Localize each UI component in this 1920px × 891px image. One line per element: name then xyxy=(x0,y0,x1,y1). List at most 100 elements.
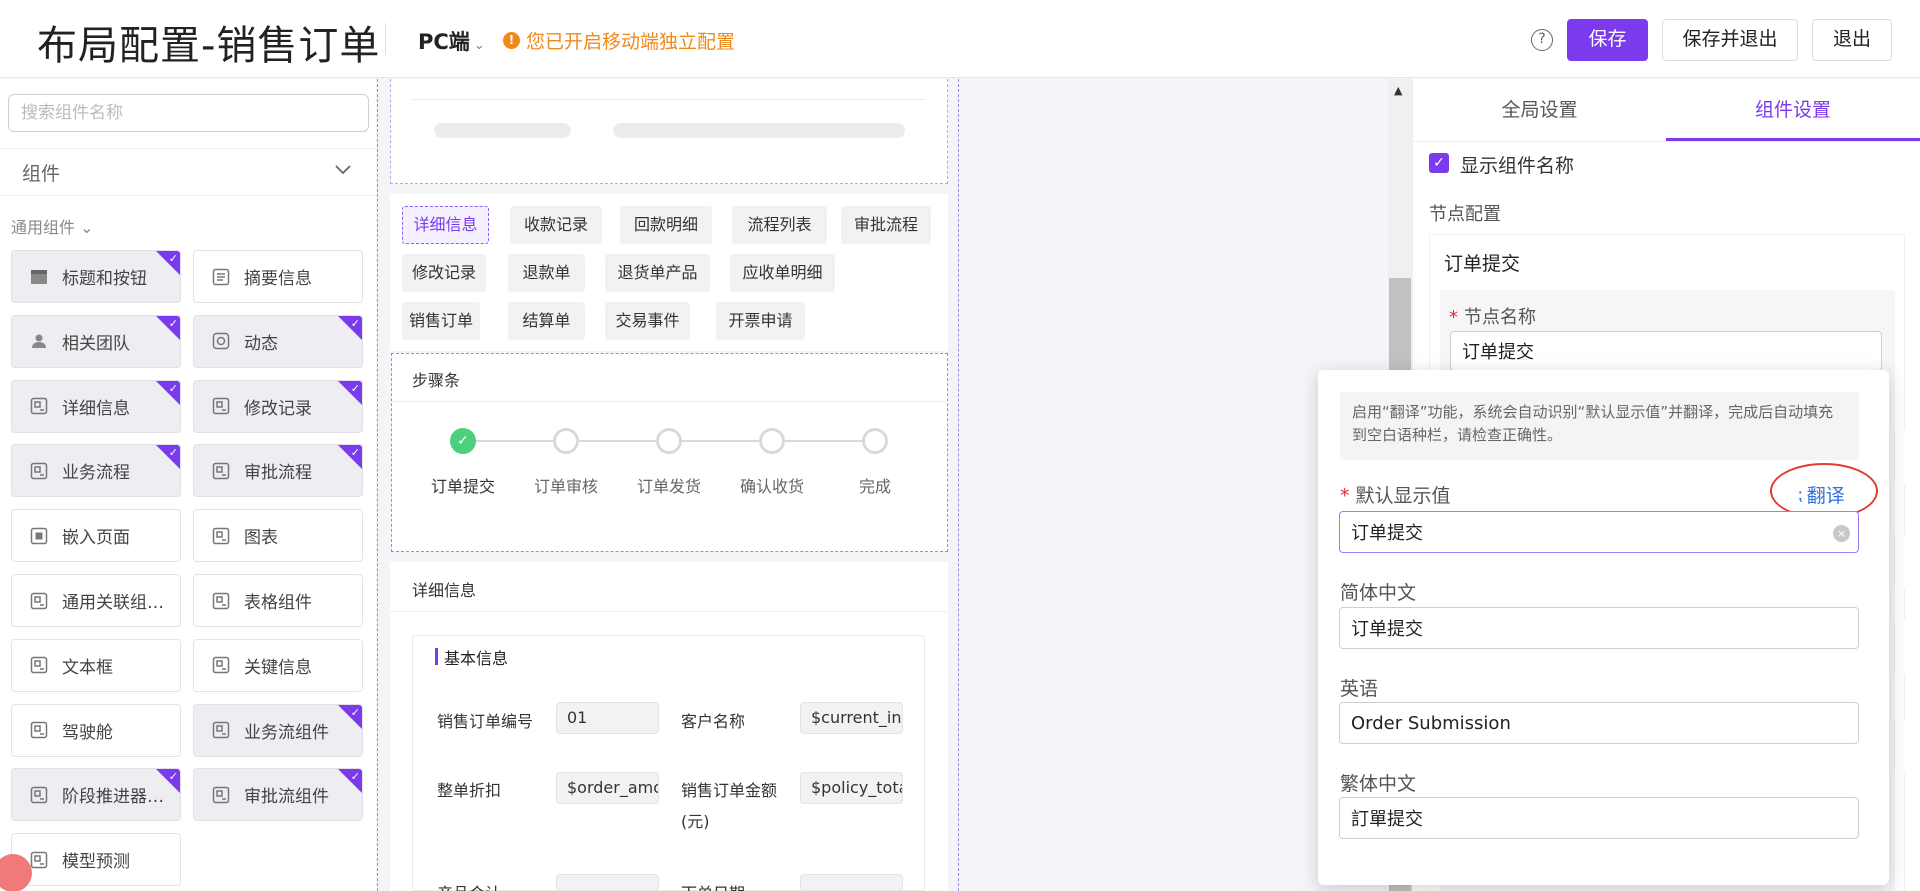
component-tile-label: 通用关联组… xyxy=(62,593,164,613)
component-tile[interactable]: 业务流组件 ✓ xyxy=(193,703,363,757)
platform-dropdown[interactable]: PC端 ⌄ xyxy=(418,26,485,56)
component-icon xyxy=(212,657,230,674)
component-tile[interactable]: 修改记录 ✓ xyxy=(193,379,363,433)
tab-chip[interactable]: 应收单明细 xyxy=(730,254,835,292)
component-tile[interactable]: 审批流组件 ✓ xyxy=(193,768,363,822)
lang-input-en[interactable] xyxy=(1339,702,1859,744)
step-label: 确认收货 xyxy=(739,477,804,496)
node-config-title: 节点配置 xyxy=(1429,204,1501,225)
component-icon xyxy=(212,462,230,480)
skeleton-bar xyxy=(434,123,571,138)
component-tile[interactable]: 业务流程 ✓ xyxy=(11,444,181,498)
default-value-label: * 默认显示值 xyxy=(1340,481,1451,508)
record-indicator xyxy=(0,854,32,891)
component-tile[interactable]: 模型预测 xyxy=(11,833,181,887)
warning-icon: ! xyxy=(503,32,520,49)
detail-title: 详细信息 xyxy=(412,581,477,600)
component-tile[interactable]: 通用关联组… xyxy=(11,574,181,627)
component-search-input[interactable] xyxy=(8,94,369,132)
field-value: $policy_total xyxy=(800,772,903,804)
node-name-label: * 节点名称 xyxy=(1449,303,1536,329)
component-tile[interactable]: 关键信息 xyxy=(193,638,363,692)
user-icon xyxy=(32,334,46,349)
component-tile[interactable]: 文本框 xyxy=(11,638,181,692)
divider xyxy=(392,401,947,402)
tab-chip[interactable]: 收款记录 xyxy=(510,206,602,244)
tab-chip[interactable]: 回款明细 xyxy=(620,206,712,244)
tab-chip[interactable]: 交易事件 xyxy=(605,302,690,340)
step-label: 完成 xyxy=(858,477,891,496)
component-tile[interactable]: 动态 ✓ xyxy=(193,314,363,368)
lang-input-zh-hant[interactable] xyxy=(1339,797,1859,839)
tab-chip[interactable]: 销售订单 xyxy=(402,302,480,340)
clear-icon[interactable]: × xyxy=(1833,525,1850,542)
field-label-unit: (元) xyxy=(681,812,710,831)
component-icon xyxy=(30,851,48,868)
help-icon[interactable]: ? xyxy=(1531,29,1553,51)
component-icon xyxy=(212,592,230,609)
component-icon xyxy=(30,592,48,609)
required-mark: * xyxy=(1340,485,1350,507)
platform-label: PC端 xyxy=(418,30,470,54)
field-label: 整单折扣 xyxy=(437,781,502,800)
tab-component-settings[interactable]: 组件设置 xyxy=(1666,79,1920,141)
translate-tip: 启用“翻译”功能，系统会自动识别“默认显示值”并翻译，完成后自动填充到空白语种栏… xyxy=(1340,392,1859,460)
lang-label-zh-hans: 简体中文 xyxy=(1340,582,1417,604)
component-tile-label: 动态 xyxy=(244,333,278,354)
save-button[interactable]: 保存 xyxy=(1567,19,1648,61)
general-components-group[interactable]: 通用组件 ⌄ xyxy=(11,214,94,238)
tab-chip[interactable]: 流程列表 xyxy=(732,206,827,244)
component-icon xyxy=(30,462,48,480)
chevron-down-icon: ⌄ xyxy=(473,38,485,53)
save-and-exit-button[interactable]: 保存并退出 xyxy=(1662,19,1798,61)
component-tile-label: 阶段推进器… xyxy=(62,787,164,808)
exit-button[interactable]: 退出 xyxy=(1812,19,1892,61)
component-section-title: 组件 xyxy=(22,163,61,185)
tab-chip[interactable]: 详细信息 xyxy=(402,206,489,244)
collapsed-field xyxy=(1894,535,1920,589)
basic-info-section xyxy=(412,635,925,891)
component-icon xyxy=(212,397,230,415)
field-label: 产品合计 xyxy=(437,880,501,891)
tab-chip[interactable]: 退款单 xyxy=(508,254,585,292)
component-tile[interactable]: 驾驶舱 xyxy=(11,703,181,757)
step-label: 订单审核 xyxy=(533,477,598,496)
component-tile[interactable]: 表格组件 xyxy=(193,574,363,627)
tab-chip[interactable]: 审批流程 xyxy=(841,206,931,244)
component-tile[interactable]: 详细信息 ✓ xyxy=(11,379,181,433)
group-title: 通用组件 xyxy=(11,218,76,237)
field-value xyxy=(800,874,903,891)
check-icon: ✓ xyxy=(350,446,360,460)
node-name-input[interactable] xyxy=(1450,331,1882,371)
lang-input-zh-hans[interactable] xyxy=(1339,607,1859,649)
field-value: 01 xyxy=(556,702,659,734)
component-tile[interactable]: 审批流程 ✓ xyxy=(193,444,363,498)
component-icon xyxy=(30,721,48,739)
page-title: 布局配置-销售订单 xyxy=(37,23,381,69)
component-tile[interactable]: 标题和按钮 ✓ xyxy=(11,250,181,303)
default-value-input[interactable] xyxy=(1339,511,1859,553)
divider xyxy=(412,99,926,100)
check-icon: ✓ xyxy=(350,705,360,719)
component-tile-label: 修改记录 xyxy=(244,398,312,419)
step-pending-icon xyxy=(862,428,888,454)
component-tile[interactable]: 阶段推进器… ✓ xyxy=(11,768,181,822)
tab-chip[interactable]: 结算单 xyxy=(508,302,585,340)
tab-chip[interactable]: 开票申请 xyxy=(716,302,805,340)
field-label: 下单日期 xyxy=(681,880,745,891)
scroll-up-arrow-icon[interactable]: ▲ xyxy=(1394,84,1402,97)
component-tile[interactable]: 相关团队 ✓ xyxy=(11,314,181,368)
step-connector xyxy=(476,440,553,442)
check-icon: ✓ xyxy=(168,252,178,265)
component-tile[interactable]: 摘要信息 xyxy=(193,250,363,303)
component-tile[interactable]: 图表 xyxy=(193,509,363,563)
check-icon: ✓ xyxy=(350,770,360,784)
show-name-checkbox[interactable]: ✓ xyxy=(1429,153,1449,173)
tab-chip[interactable]: 退货单产品 xyxy=(605,254,710,292)
required-mark: * xyxy=(1449,307,1458,328)
component-tile[interactable]: 嵌入页面 xyxy=(11,509,181,563)
tab-global-settings[interactable]: 全局设置 xyxy=(1413,79,1666,141)
component-tile-label: 相关团队 xyxy=(62,333,130,354)
chevron-down-icon[interactable] xyxy=(334,160,352,178)
tab-chip[interactable]: 修改记录 xyxy=(402,254,486,292)
